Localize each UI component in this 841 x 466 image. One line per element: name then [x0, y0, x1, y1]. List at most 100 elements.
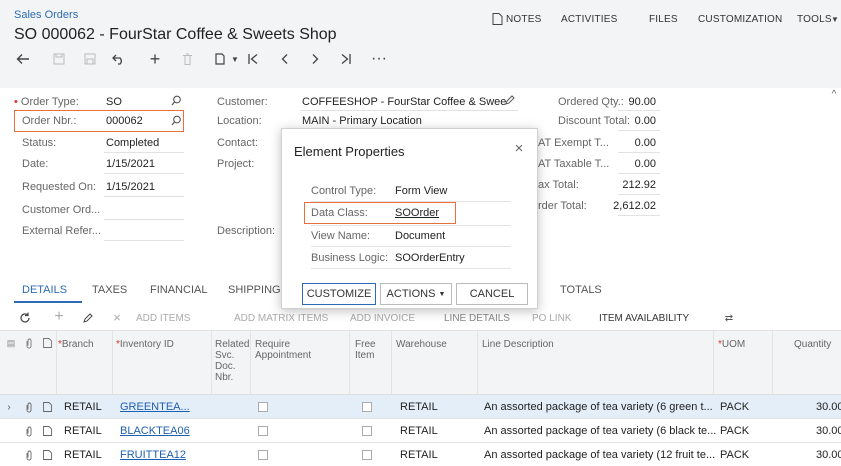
warehouse-cell[interactable]: RETAIL: [400, 449, 438, 461]
order-nbr-search-icon[interactable]: [170, 114, 182, 126]
tab-financial[interactable]: FINANCIAL: [150, 284, 207, 296]
warehouse-cell[interactable]: RETAIL: [400, 401, 438, 413]
note-icon[interactable]: [42, 449, 52, 461]
customize-button[interactable]: CUSTOMIZE: [302, 283, 376, 305]
close-icon[interactable]: ×: [512, 140, 526, 157]
collapse-caret-icon[interactable]: ^: [828, 88, 840, 100]
line-description-cell[interactable]: An assorted package of tea variety (6 bl…: [484, 425, 716, 437]
fit-columns-icon[interactable]: ⇄: [722, 311, 736, 325]
delete-row-icon[interactable]: ×: [110, 310, 124, 325]
customer-value[interactable]: COFFEESHOP - FourStar Coffee & Swee: [302, 96, 506, 108]
data-class-link[interactable]: SOOrder: [395, 207, 439, 219]
add-matrix-items-button[interactable]: ADD MATRIX ITEMS: [234, 313, 328, 324]
related-doc-column-header[interactable]: Related Svc. Doc. Nbr.: [215, 339, 249, 383]
inventory-id-column-header[interactable]: *Inventory ID: [116, 339, 174, 350]
undo-icon[interactable]: [110, 50, 128, 68]
files-menu[interactable]: FILES: [649, 14, 678, 25]
tools-menu[interactable]: TOOLS: [797, 14, 832, 25]
attachment-icon[interactable]: [24, 425, 34, 437]
free-item-checkbox[interactable]: [362, 426, 372, 436]
line-description-column-header[interactable]: Line Description: [482, 339, 554, 350]
note-header-icon: [42, 338, 52, 348]
row-selector-header-icon[interactable]: ▤: [6, 338, 16, 348]
tax-total-value: 212.92: [622, 179, 656, 191]
order-type-value[interactable]: SO: [106, 96, 122, 108]
copy-paste-caret-icon[interactable]: ▼: [226, 50, 244, 68]
branch-cell[interactable]: RETAIL: [64, 449, 102, 461]
more-icon[interactable]: ···: [370, 50, 388, 68]
free-item-checkbox[interactable]: [362, 450, 372, 460]
refresh-icon[interactable]: [18, 311, 32, 325]
attachment-icon[interactable]: [24, 401, 34, 413]
save-icon[interactable]: [50, 50, 68, 68]
item-availability-button[interactable]: ITEM AVAILABILITY: [599, 313, 689, 324]
line-details-button[interactable]: LINE DETAILS: [444, 313, 510, 324]
previous-record-icon[interactable]: [276, 50, 294, 68]
customer-edit-icon[interactable]: [503, 94, 515, 106]
warehouse-column-header[interactable]: Warehouse: [396, 339, 447, 350]
require-appointment-checkbox[interactable]: [258, 402, 268, 412]
tab-details[interactable]: DETAILS: [22, 284, 67, 296]
customer-ord-label: Customer Ord...: [22, 204, 101, 216]
first-record-icon[interactable]: [244, 50, 262, 68]
next-record-icon[interactable]: [306, 50, 324, 68]
po-link-button[interactable]: PO LINK: [532, 313, 571, 324]
notes-menu[interactable]: NOTES: [506, 14, 541, 25]
line-description-cell[interactable]: An assorted package of tea variety (6 gr…: [484, 401, 713, 413]
quantity-cell[interactable]: 30.00: [816, 449, 841, 461]
branch-column-header[interactable]: *Branch: [58, 339, 94, 350]
order-nbr-value[interactable]: 000062: [106, 115, 143, 127]
branch-cell[interactable]: RETAIL: [64, 401, 102, 413]
location-value[interactable]: MAIN - Primary Location: [302, 115, 422, 127]
delete-icon[interactable]: [178, 50, 196, 68]
inventory-id-link[interactable]: GREENTEA...: [120, 401, 190, 413]
require-appointment-checkbox[interactable]: [258, 426, 268, 436]
table-row[interactable]: RETAIL FRUITTEA12 RETAIL An assorted pac…: [0, 443, 841, 466]
table-row[interactable]: › RETAIL GREENTEA... RETAIL An assorted …: [0, 395, 841, 419]
date-value[interactable]: 1/15/2021: [106, 158, 155, 170]
uom-column-header[interactable]: *UOM: [718, 339, 745, 350]
warehouse-cell[interactable]: RETAIL: [400, 425, 438, 437]
breadcrumb[interactable]: Sales Orders: [14, 9, 78, 21]
branch-cell[interactable]: RETAIL: [64, 425, 102, 437]
uom-cell[interactable]: PACK: [720, 401, 749, 413]
activities-menu[interactable]: ACTIVITIES: [561, 14, 617, 25]
attachment-icon[interactable]: [24, 449, 34, 461]
customization-menu[interactable]: CUSTOMIZATION: [698, 14, 782, 25]
note-icon[interactable]: [42, 401, 52, 413]
back-arrow-icon[interactable]: [14, 50, 32, 68]
free-item-checkbox[interactable]: [362, 402, 372, 412]
require-appointment-column-header[interactable]: Require Appointment: [255, 339, 325, 361]
line-description-cell[interactable]: An assorted package of tea variety (12 f…: [484, 449, 715, 461]
quantity-cell[interactable]: 30.00: [816, 401, 841, 413]
require-appointment-checkbox[interactable]: [258, 450, 268, 460]
cancel-button[interactable]: CANCEL: [456, 283, 528, 305]
external-refer-input[interactable]: [104, 240, 184, 241]
quantity-column-header[interactable]: Quantity: [794, 339, 831, 350]
quantity-cell[interactable]: 30.00: [816, 425, 841, 437]
edit-row-icon[interactable]: [80, 311, 94, 325]
last-record-icon[interactable]: [337, 50, 355, 68]
add-items-button[interactable]: ADD ITEMS: [136, 313, 190, 324]
actions-button[interactable]: ACTIONS ▼: [380, 283, 452, 305]
notes-icon[interactable]: [491, 13, 503, 25]
add-icon[interactable]: +: [146, 49, 164, 69]
tab-totals[interactable]: TOTALS: [560, 284, 602, 296]
add-row-icon[interactable]: +: [52, 308, 66, 325]
inventory-id-link[interactable]: BLACKTEA06: [120, 425, 190, 437]
tab-taxes[interactable]: TAXES: [92, 284, 127, 296]
save-close-icon[interactable]: [81, 50, 99, 68]
customer-ord-input[interactable]: [104, 219, 184, 220]
add-invoice-button[interactable]: ADD INVOICE: [350, 313, 415, 324]
tab-shipping[interactable]: SHIPPING: [228, 284, 281, 296]
uom-cell[interactable]: PACK: [720, 425, 749, 437]
inventory-id-link[interactable]: FRUITTEA12: [120, 449, 186, 461]
tools-caret-icon[interactable]: ▼: [831, 14, 839, 24]
note-icon[interactable]: [42, 425, 52, 437]
order-type-search-icon[interactable]: [170, 94, 182, 106]
free-item-column-header[interactable]: Free Item: [355, 339, 383, 361]
requested-on-value[interactable]: 1/15/2021: [106, 181, 155, 193]
row-pointer-icon: ›: [7, 401, 11, 413]
uom-cell[interactable]: PACK: [720, 449, 749, 461]
table-row[interactable]: RETAIL BLACKTEA06 RETAIL An assorted pac…: [0, 419, 841, 443]
